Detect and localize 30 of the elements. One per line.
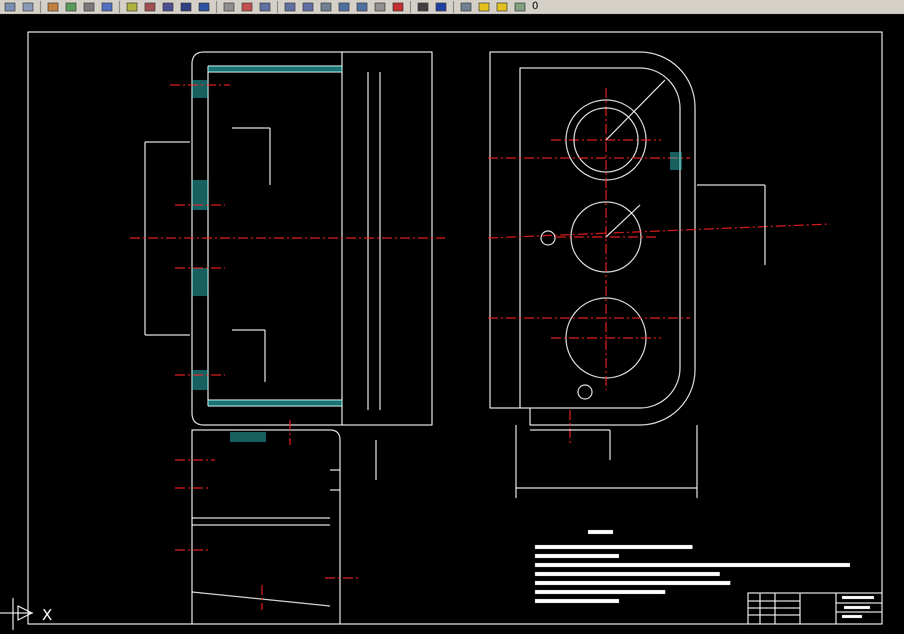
- tool-icon[interactable]: [101, 2, 113, 12]
- tool-icon[interactable]: [162, 2, 174, 12]
- tool-icon[interactable]: [374, 2, 386, 12]
- tool-icon[interactable]: [417, 2, 429, 12]
- tool-icon[interactable]: [392, 2, 404, 12]
- tool-icon[interactable]: [22, 2, 34, 12]
- axis-label: X: [42, 606, 52, 624]
- tool-icon[interactable]: [284, 2, 296, 12]
- tool-icon[interactable]: [83, 2, 95, 12]
- tool-icon[interactable]: [338, 2, 350, 12]
- tool-icon[interactable]: [259, 2, 271, 12]
- tool-icon[interactable]: [460, 2, 472, 12]
- tool-icon[interactable]: [478, 2, 490, 12]
- tool-icon[interactable]: [65, 2, 77, 12]
- tool-icon[interactable]: [435, 2, 447, 12]
- tool-icon[interactable]: [356, 2, 368, 12]
- tool-icon[interactable]: [320, 2, 332, 12]
- layer-name: 0: [532, 1, 538, 13]
- tool-icon[interactable]: [514, 2, 526, 12]
- ucs-icon: [0, 598, 34, 630]
- tool-icon[interactable]: [302, 2, 314, 12]
- tool-icon[interactable]: [47, 2, 59, 12]
- tool-icon[interactable]: [144, 2, 156, 12]
- tool-icon[interactable]: [496, 2, 508, 12]
- tool-icon[interactable]: [180, 2, 192, 12]
- tool-icon[interactable]: [4, 2, 16, 12]
- tool-icon[interactable]: [126, 2, 138, 12]
- tool-icon[interactable]: [223, 2, 235, 12]
- tool-icon[interactable]: [241, 2, 253, 12]
- tool-icon[interactable]: [198, 2, 210, 12]
